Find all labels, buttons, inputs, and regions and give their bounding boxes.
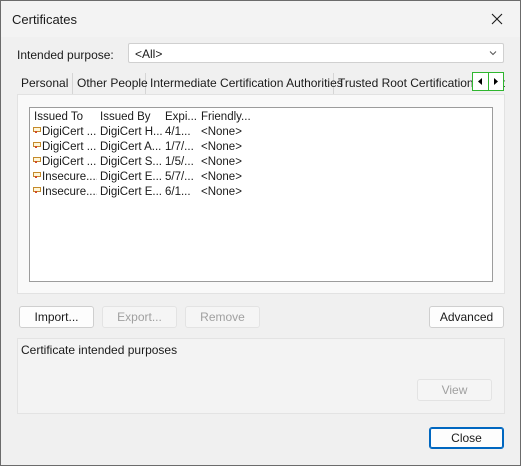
cell-issued-by: DigiCert E... [100, 171, 162, 183]
cell-friendly-name: <None> [201, 126, 242, 138]
window-title: Certificates [12, 12, 78, 27]
cell-issued-by: DigiCert E... [100, 186, 162, 198]
intended-purpose-select[interactable]: <All> [128, 43, 504, 63]
table-row[interactable]: Insecure.... DigiCert E... 5/7/... <None… [30, 170, 492, 185]
tab-intermediate-ca[interactable]: Intermediate Certification Authorities [146, 73, 343, 94]
close-button[interactable]: Close [429, 427, 504, 449]
column-expiration[interactable]: Expi... [165, 110, 199, 125]
cell-text: DigiCert ... [42, 126, 97, 138]
cell-issued-to: DigiCert ... [33, 155, 97, 170]
export-button[interactable]: Export... [102, 306, 177, 328]
table-row[interactable]: DigiCert ... DigiCert A... 1/7/... <None… [30, 140, 492, 155]
view-button[interactable]: View [417, 379, 492, 401]
cell-expiration: 5/7/... [165, 171, 194, 183]
certificate-icon [33, 127, 41, 133]
cell-text: Insecure.... [42, 171, 97, 183]
tab-scroll-left-button[interactable] [473, 73, 488, 90]
column-issued-to[interactable]: Issued To [34, 110, 96, 125]
close-window-button[interactable] [474, 1, 520, 37]
cell-issued-to: DigiCert ... [33, 125, 97, 140]
column-issued-by[interactable]: Issued By [100, 110, 162, 125]
cell-friendly-name: <None> [201, 141, 242, 153]
arrow-left-icon [477, 78, 482, 85]
chevron-down-icon [489, 51, 497, 56]
cell-issued-to: Insecure.... [33, 170, 97, 185]
certificate-icon [33, 172, 41, 178]
cell-friendly-name: <None> [201, 156, 242, 168]
certificate-icon [33, 157, 41, 163]
close-icon [491, 13, 503, 25]
cell-text: DigiCert ... [42, 156, 97, 168]
advanced-button[interactable]: Advanced [429, 306, 504, 328]
intended-purposes-label: Certificate intended purposes [21, 343, 178, 357]
tab-other-people[interactable]: Other People [73, 73, 148, 94]
cell-issued-by: DigiCert H... [100, 126, 162, 138]
cell-text: DigiCert ... [42, 141, 97, 153]
tab-personal[interactable]: Personal [17, 73, 73, 94]
list-header: Issued To Issued By Expi... Friendly... [30, 110, 492, 125]
cell-expiration: 1/5/... [165, 156, 194, 168]
certificate-list[interactable]: Issued To Issued By Expi... Friendly... … [29, 107, 493, 282]
cell-expiration: 4/1... [165, 126, 191, 138]
cell-issued-by: DigiCert A... [100, 141, 162, 153]
certificate-icon [33, 187, 41, 193]
table-row[interactable]: DigiCert ... DigiCert H... 4/1... <None> [30, 125, 492, 140]
table-row[interactable]: Insecure.... DigiCert E... 6/1... <None> [30, 185, 492, 200]
tab-scroll-right-button[interactable] [487, 73, 504, 90]
cell-issued-to: DigiCert ... [33, 140, 97, 155]
arrow-right-icon [494, 78, 499, 85]
cell-expiration: 6/1... [165, 186, 191, 198]
tab-scroll-buttons [472, 72, 504, 91]
cell-friendly-name: <None> [201, 186, 242, 198]
import-button[interactable]: Import... [19, 306, 94, 328]
cell-expiration: 1/7/... [165, 141, 194, 153]
intended-purpose-value: <All> [135, 47, 163, 61]
certificates-dialog: Certificates Intended purpose: <All> Per… [0, 0, 521, 466]
column-friendly-name[interactable]: Friendly... [201, 110, 253, 125]
table-row[interactable]: DigiCert ... DigiCert S... 1/5/... <None… [30, 155, 492, 170]
title-bar: Certificates [1, 1, 520, 37]
cell-issued-to: Insecure.... [33, 185, 97, 200]
intended-purpose-label: Intended purpose: [17, 48, 114, 62]
cell-issued-by: DigiCert S... [100, 156, 162, 168]
store-tabs: Personal Other People Intermediate Certi… [17, 73, 505, 94]
certificate-icon [33, 142, 41, 148]
cell-text: Insecure.... [42, 186, 97, 198]
remove-button[interactable]: Remove [185, 306, 260, 328]
cell-friendly-name: <None> [201, 171, 242, 183]
